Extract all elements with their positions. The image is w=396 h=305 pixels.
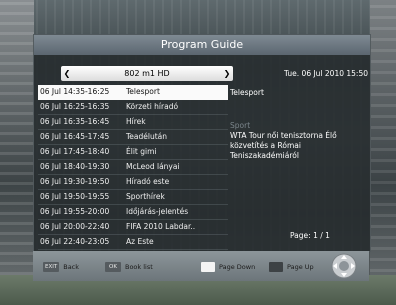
program-time: 06 Jul 14:35-16:25 [40, 87, 110, 96]
program-time: 06 Jul 18:40-19:30 [40, 162, 110, 171]
program-name: McLeod lányai [126, 162, 180, 171]
program-row[interactable]: 06 Jul 19:55-20:00 Időjárás-jelentés [38, 205, 228, 220]
program-name: Élit gimi [126, 147, 157, 156]
program-name: FIFA 2010 Labdar.. [126, 222, 196, 231]
chevron-right-icon[interactable]: ❯ [222, 66, 232, 81]
program-detail-genre: Sport [230, 121, 251, 130]
program-row[interactable]: 06 Jul 20:00-22:40 FIFA 2010 Labdar.. [38, 220, 228, 235]
ok-key-icon: OK [105, 262, 121, 272]
program-name: Híradó este [126, 177, 170, 186]
white-key-icon [201, 262, 215, 272]
channel-name: 802 m1 HD [124, 69, 170, 78]
page-up-label: Page Up [287, 263, 314, 271]
program-guide-panel: Program Guide ❮ 802 m1 HD ❯ Tue. 06 Jul … [33, 34, 371, 252]
page-indicator: Page: 1 / 1 [290, 231, 330, 240]
page-down-label: Page Down [219, 263, 256, 271]
program-row[interactable]: 06 Jul 14:35-16:25 Telesport [38, 85, 228, 100]
program-row[interactable]: 06 Jul 18:40-19:30 McLeod lányai [38, 160, 228, 175]
page-title: Program Guide [34, 35, 370, 55]
program-row[interactable]: 06 Jul 17:45-18:40 Élit gimi [38, 145, 228, 160]
program-time: 06 Jul 19:30-19:50 [40, 177, 110, 186]
program-row[interactable]: 06 Jul 16:45-17:45 Teadélután [38, 130, 228, 145]
program-name: Az Este [126, 237, 154, 246]
exit-key-icon: EXIT [43, 262, 60, 272]
chevron-left-icon[interactable]: ❮ [62, 66, 72, 81]
book-list-label: Book list [125, 263, 153, 271]
page-up-button[interactable]: Page Up [269, 261, 314, 273]
book-list-button[interactable]: OK Book list [105, 261, 153, 273]
program-time: 06 Jul 22:40-23:05 [40, 237, 110, 246]
current-datetime: Tue. 06 Jul 2010 15:50 [283, 69, 368, 78]
background-stands-right [370, 0, 396, 305]
channel-selector[interactable]: ❮ 802 m1 HD ❯ [61, 66, 233, 81]
program-time: 06 Jul 17:45-18:40 [40, 147, 110, 156]
program-row[interactable]: 06 Jul 19:30-19:50 Híradó este [38, 175, 228, 190]
program-time: 06 Jul 19:55-20:00 [40, 207, 110, 216]
program-time: 06 Jul 16:25-16:35 [40, 102, 110, 111]
program-name: Teadélután [126, 132, 168, 141]
program-detail-title: Telesport [230, 88, 264, 97]
page-down-button[interactable]: Page Down [201, 261, 255, 273]
program-time: 06 Jul 16:45-17:45 [40, 132, 110, 141]
background-stands-left [0, 0, 34, 305]
back-button[interactable]: EXIT Back [43, 261, 79, 273]
navigation-pad-icon[interactable] [331, 253, 357, 279]
program-name: Időjárás-jelentés [126, 207, 189, 216]
program-name: Körzeti híradó [126, 102, 179, 111]
program-time: 06 Jul 19:50-19:55 [40, 192, 110, 201]
program-name: Hírek [126, 117, 146, 126]
program-row[interactable]: 06 Jul 16:35-16:45 Hírek [38, 115, 228, 130]
program-list: 06 Jul 14:35-16:25 Telesport 06 Jul 16:25… [38, 85, 228, 250]
program-row[interactable]: 06 Jul 16:25-16:35 Körzeti híradó [38, 100, 228, 115]
program-name: Sporthírek [126, 192, 165, 201]
program-time: 06 Jul 20:00-22:40 [40, 222, 110, 231]
dark-key-icon [269, 262, 283, 272]
program-detail-description: WTA Tour női tenisztorna Élő közvetítés … [230, 131, 337, 160]
footer-bar: EXIT Back OK Book list Page Down Page Up [33, 251, 369, 281]
back-label: Back [63, 263, 80, 271]
program-row[interactable]: 06 Jul 22:40-23:05 Az Este [38, 235, 228, 250]
program-name: Telesport [126, 87, 160, 96]
program-row[interactable]: 06 Jul 19:50-19:55 Sporthírek [38, 190, 228, 205]
program-time: 06 Jul 16:35-16:45 [40, 117, 110, 126]
